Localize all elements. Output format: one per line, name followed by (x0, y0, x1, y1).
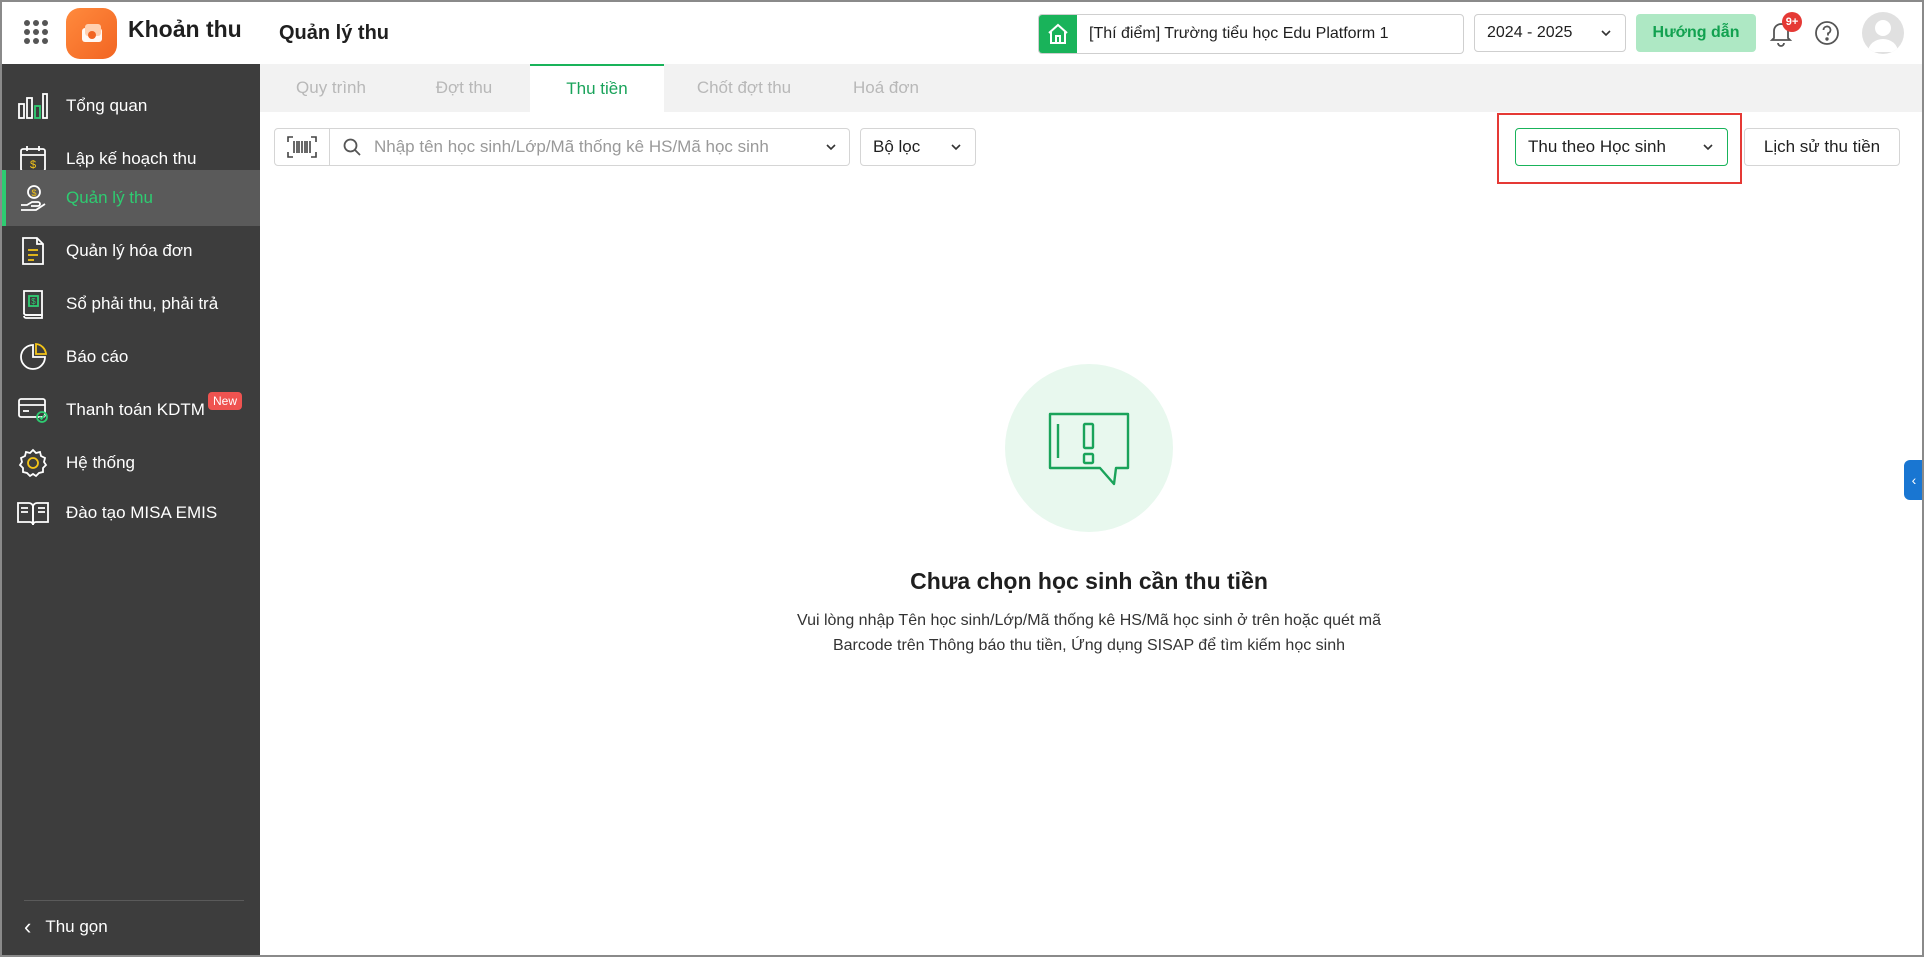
bar-chart-icon (16, 89, 50, 123)
sidebar-item-dao-tao[interactable]: Đào tạo MISA EMIS (2, 485, 260, 541)
sidebar-item-label: Đào tạo MISA EMIS (66, 503, 218, 522)
sidebar-item-label: Tổng quan (66, 96, 148, 115)
sidebar-item-so-phai-thu[interactable]: $ Sổ phải thu, phải trả (2, 276, 260, 332)
book-icon (16, 496, 50, 530)
sidebar-item-label: Sổ phải thu, phải trả (66, 294, 219, 313)
filter-label: Bộ lọc (873, 137, 921, 156)
app-window: Khoản thu Quản lý thu [Thí điểm] Trường … (0, 0, 1924, 957)
year-select[interactable]: 2024 - 2025 (1474, 14, 1626, 52)
sidebar-item-label: Thanh toán KDTM (66, 400, 205, 419)
sidebar-item-quan-ly-hoa-don[interactable]: Quản lý hóa đơn (2, 223, 260, 279)
filter-select[interactable]: Bộ lọc (860, 128, 976, 166)
tab-bar: Quy trình Đợt thu Thu tiền Chốt đợt thu … (260, 64, 1922, 112)
year-value: 2024 - 2025 (1487, 24, 1573, 41)
apps-grid-icon[interactable] (24, 20, 48, 44)
tab-dot-thu[interactable]: Đợt thu (402, 64, 526, 112)
notification-badge: 9+ (1782, 12, 1802, 32)
card-check-icon (16, 393, 50, 427)
svg-text:$: $ (31, 297, 36, 306)
sidebar-item-quan-ly-thu[interactable]: $ Quản lý thu (2, 170, 260, 226)
guide-button[interactable]: Hướng dẫn (1636, 14, 1756, 52)
sidebar-item-bao-cao[interactable]: Báo cáo (2, 329, 260, 385)
sidebar-item-thanh-toan-kdtm[interactable]: Thanh toán KDTM New (2, 382, 260, 438)
sidebar-item-label: Lập kế hoạch thu (66, 149, 197, 168)
ledger-icon: $ (16, 287, 50, 321)
sidebar-item-label: Hệ thống (66, 453, 135, 472)
app-name: Khoản thu (128, 16, 242, 42)
chevron-left-icon: ‹ (1911, 472, 1917, 488)
top-bar: Khoản thu Quản lý thu [Thí điểm] Trường … (2, 2, 1922, 65)
search-icon (343, 138, 361, 156)
chevron-left-icon: ‹ (24, 914, 32, 939)
empty-state-illustration (1005, 364, 1173, 532)
chevron-down-icon (826, 144, 836, 151)
tab-quy-trinh[interactable]: Quy trình (260, 64, 402, 112)
alert-message-icon (1048, 412, 1130, 486)
avatar[interactable] (1862, 12, 1904, 54)
empty-state-title: Chưa chọn học sinh cần thu tiền (910, 568, 1268, 594)
chevron-down-icon (1703, 144, 1713, 151)
sidebar-item-tong-quan[interactable]: Tổng quan (2, 78, 260, 134)
gear-icon (16, 446, 50, 480)
new-badge: New (208, 392, 243, 410)
sidebar-item-label: Báo cáo (66, 347, 129, 366)
chevron-down-icon (951, 144, 961, 151)
empty-state-line: Barcode trên Thông báo thu tiền, Ứng dụn… (832, 637, 1346, 654)
barcode-scan-button[interactable] (274, 128, 330, 166)
search-input[interactable] (372, 136, 816, 158)
collapse-label: Thu gọn (45, 917, 108, 936)
side-panel-toggle[interactable]: ‹ (1904, 460, 1922, 500)
school-name: [Thí điểm] Trường tiểu học Edu Platform … (1089, 25, 1389, 42)
mode-label: Thu theo Học sinh (1528, 137, 1666, 156)
barcode-icon (287, 136, 317, 158)
hand-coin-icon: $ (16, 181, 50, 215)
sidebar-item-label: Quản lý hóa đơn (66, 241, 193, 260)
app-logo (66, 8, 117, 59)
collection-mode-select[interactable]: Thu theo Học sinh (1515, 128, 1728, 166)
sidebar-divider (24, 900, 244, 901)
help-icon[interactable] (1814, 20, 1840, 46)
tab-chot-dot-thu[interactable]: Chốt đợt thu (664, 64, 824, 112)
tab-thu-tien[interactable]: Thu tiền (530, 64, 664, 112)
page-title: Quản lý thu (279, 22, 389, 44)
svg-text:$: $ (31, 188, 36, 198)
sidebar-item-he-thong[interactable]: Hệ thống (2, 435, 260, 491)
empty-state-line: Vui lòng nhập Tên học sinh/Lớp/Mã thống … (797, 612, 1381, 629)
sidebar: Tổng quan $ Lập kế hoạch thu $ Quản lý t… (2, 64, 260, 955)
home-icon (1039, 15, 1077, 53)
empty-state-description: Vui lòng nhập Tên học sinh/Lớp/Mã thống … (742, 608, 1436, 658)
chevron-down-icon (1601, 30, 1611, 37)
tab-hoa-don[interactable]: Hoá đơn (824, 64, 948, 112)
school-select[interactable]: [Thí điểm] Trường tiểu học Edu Platform … (1038, 14, 1464, 54)
collapse-button[interactable]: ‹ Thu gọn (24, 914, 108, 940)
payment-history-button[interactable]: Lịch sử thu tiền (1744, 128, 1900, 166)
search-box[interactable] (330, 128, 850, 166)
sidebar-item-label: Quản lý thu (66, 188, 153, 207)
pie-chart-icon (16, 340, 50, 374)
invoice-icon (16, 234, 50, 268)
